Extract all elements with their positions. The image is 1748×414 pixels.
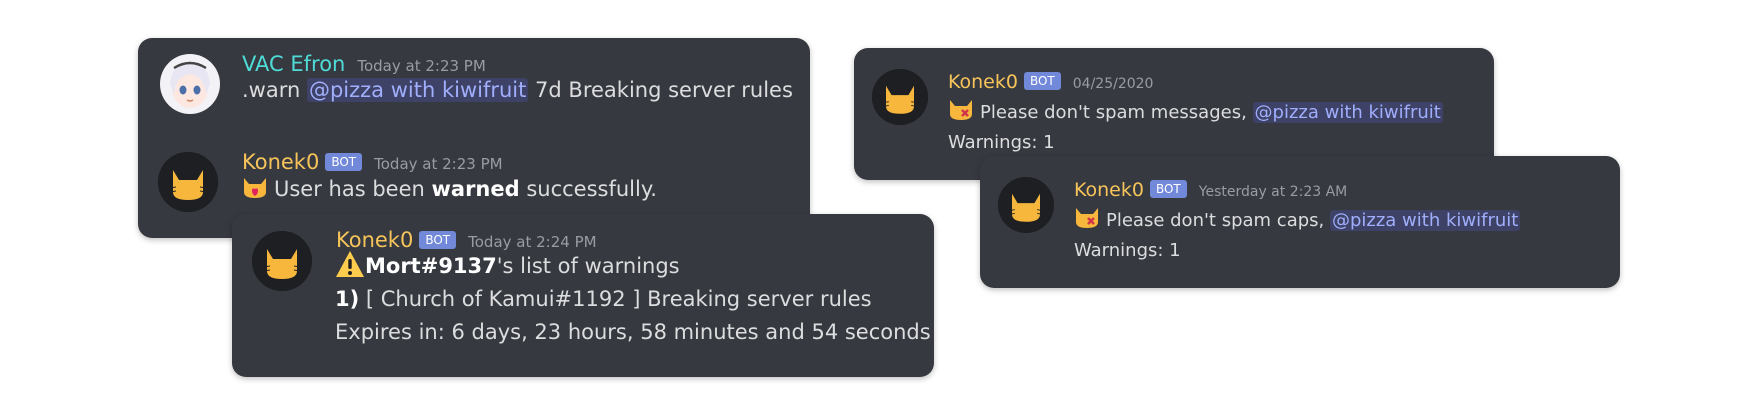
bot-badge: BOT — [325, 153, 363, 171]
warnings-count: Warnings: 1 — [1074, 236, 1181, 265]
timestamp: Today at 2:24 PM — [468, 233, 597, 251]
spam-text: Please don't spam caps, — [1106, 210, 1330, 231]
user-mention[interactable]: @pizza with kiwifruit — [1252, 102, 1443, 123]
message-card-warn-command: VAC Efron Today at 2:23 PM .warn @pizza w… — [138, 38, 810, 238]
warnings-title: Mort#9137's list of warnings — [335, 250, 680, 283]
bot-avatar-icon[interactable] — [252, 231, 312, 291]
user-avatar-icon[interactable] — [160, 54, 220, 114]
warning-expiry: Expires in: 6 days, 23 hours, 58 minutes… — [335, 316, 931, 349]
command-text: .warn — [242, 78, 307, 102]
cat-angry-emoji-icon — [948, 98, 974, 122]
message-header: Konek0 BOT 04/25/2020 — [948, 69, 1153, 97]
message-content: Please don't spam messages, @pizza with … — [948, 98, 1443, 127]
timestamp: 04/25/2020 — [1072, 76, 1154, 92]
warning-number: 1) — [335, 287, 360, 311]
author-name[interactable]: Konek0 — [948, 71, 1018, 93]
author-name[interactable]: Konek0 — [242, 150, 319, 174]
timestamp: Today at 2:23 PM — [374, 155, 503, 173]
bot-badge: BOT — [1023, 72, 1061, 90]
warning-text: [ Church of Kamui#1192 ] Breaking server… — [359, 287, 872, 311]
message-content: User has been warned successfully. — [242, 173, 657, 206]
warning-icon — [335, 250, 365, 278]
message-card-spam-caps: Konek0 BOT Yesterday at 2:23 AM Please don… — [980, 156, 1620, 288]
cat-angry-emoji-icon — [1074, 206, 1100, 230]
user-mention[interactable]: @pizza with kiwifruit — [1329, 210, 1521, 231]
timestamp: Yesterday at 2:23 AM — [1198, 184, 1348, 200]
message-content: Please don't spam caps, @pizza with kiwi… — [1074, 206, 1521, 235]
message-content: .warn @pizza with kiwifruit 7d Breaking … — [242, 74, 793, 107]
message-header: Konek0 BOT Yesterday at 2:23 AM — [1074, 177, 1347, 205]
bot-badge: BOT — [419, 231, 457, 249]
result-text: User has been — [274, 177, 432, 201]
bot-badge: BOT — [1149, 180, 1187, 198]
user-mention[interactable]: @pizza with kiwifruit — [306, 78, 529, 102]
author-name[interactable]: VAC Efron — [242, 52, 345, 76]
bot-avatar-icon[interactable] — [158, 152, 218, 212]
command-args: 7d Breaking server rules — [528, 78, 793, 102]
warnings-count-text: Warnings: 1 — [1074, 240, 1181, 261]
warnings-count-text: Warnings: 1 — [948, 132, 1055, 153]
title-suffix: 's list of warnings — [496, 254, 680, 278]
result-text-end: successfully. — [519, 177, 657, 201]
warning-item: 1) [ Church of Kamui#1192 ] Breaking ser… — [335, 283, 872, 316]
bot-avatar-icon[interactable] — [998, 177, 1054, 233]
bot-avatar-icon[interactable] — [872, 69, 928, 125]
author-name[interactable]: Konek0 — [336, 228, 413, 252]
cat-heart-emoji-icon — [242, 176, 268, 200]
result-bold: warned — [431, 177, 520, 201]
message-card-warning-list: Konek0 BOT Today at 2:24 PM Mort#9137's li… — [232, 214, 934, 377]
spam-text: Please don't spam messages, — [980, 102, 1253, 123]
expiry-text: Expires in: 6 days, 23 hours, 58 minutes… — [335, 320, 931, 344]
warned-user: Mort#9137 — [365, 254, 497, 278]
timestamp: Today at 2:23 PM — [357, 57, 486, 75]
warnings-count: Warnings: 1 — [948, 128, 1055, 157]
author-name[interactable]: Konek0 — [1074, 179, 1144, 201]
